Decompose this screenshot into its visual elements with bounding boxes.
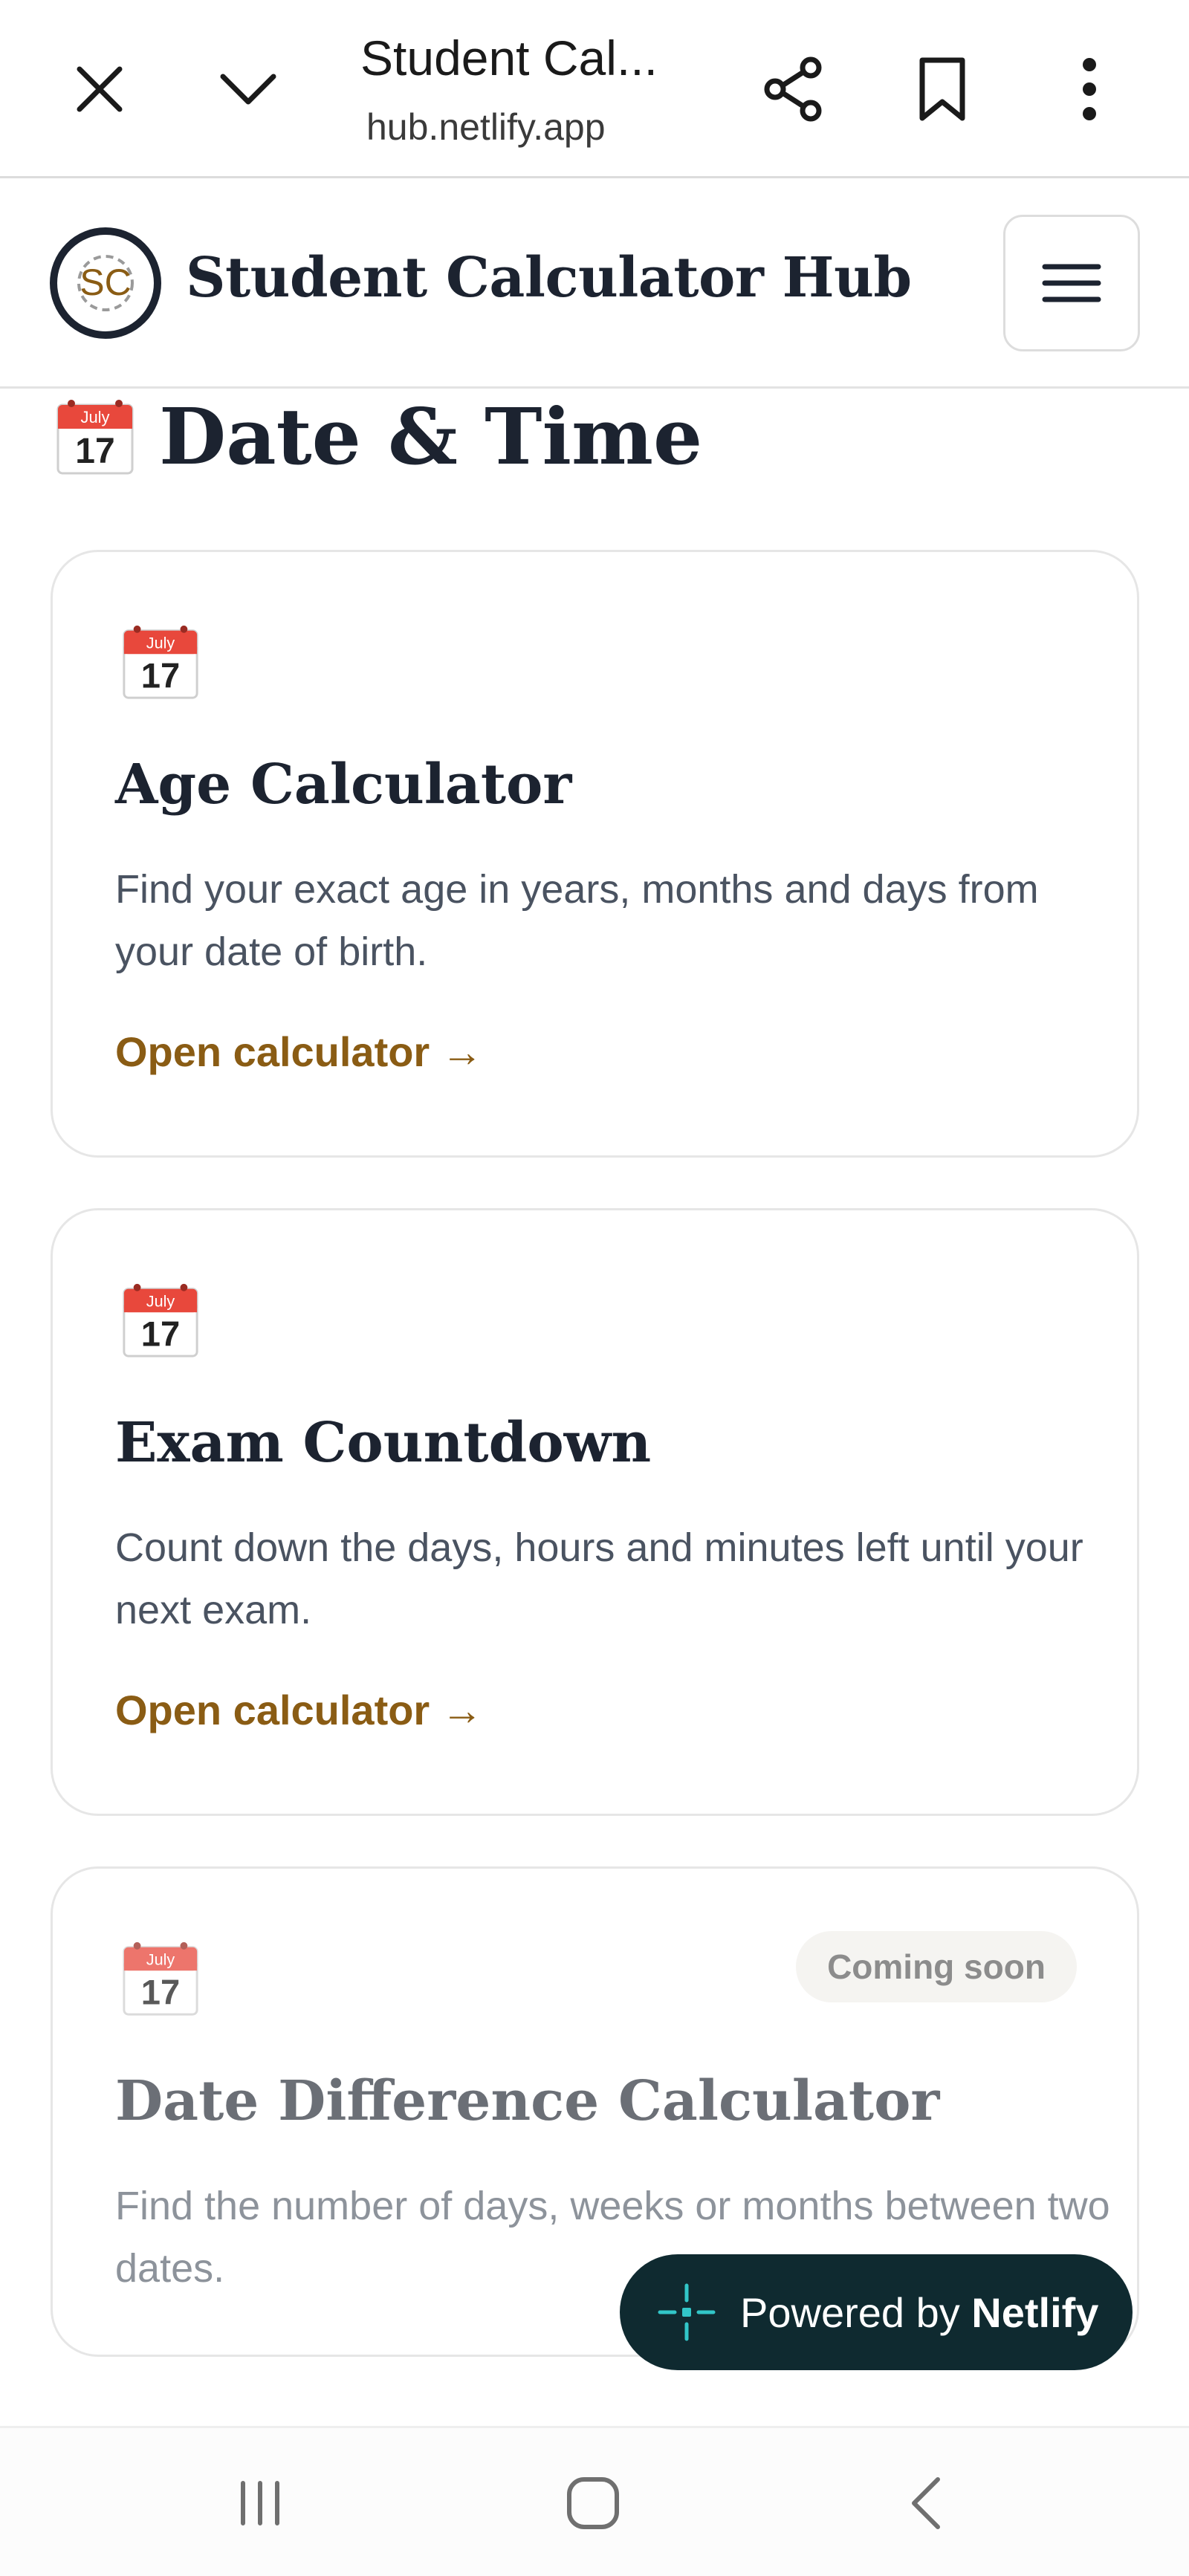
open-calculator-link[interactable]: Open calculator → [115, 1686, 483, 1734]
card-title: Date Difference Calculator [115, 2069, 940, 2133]
recent-apps-button[interactable] [216, 2462, 305, 2544]
coming-soon-badge: Coming soon [796, 1931, 1077, 2002]
hamburger-menu-icon [1042, 264, 1101, 302]
open-calculator-link[interactable]: Open calculator → [115, 1028, 483, 1076]
close-icon [77, 66, 123, 112]
recent-apps-icon [241, 2481, 279, 2525]
card-description: Find your exact age in years, months and… [115, 867, 1039, 974]
browser-toolbar: Student Cal... hub.netlify.app [0, 0, 1189, 178]
section-heading: July 17 Date & Time [54, 388, 702, 484]
system-nav-bar [0, 2426, 1189, 2576]
calendar-icon: July 17 [123, 625, 198, 699]
site-title[interactable]: Student Calculator Hub [186, 246, 912, 310]
calendar-icon: July 17 [123, 1941, 198, 2016]
bookmark-icon [919, 57, 965, 121]
calendar-icon: July 17 [123, 1283, 198, 1357]
calendar-month: July [146, 633, 175, 652]
back-button[interactable] [881, 2462, 971, 2544]
calendar-day: 17 [141, 1314, 180, 1353]
more-vert-icon [1083, 58, 1096, 120]
calendar-month: July [146, 1950, 175, 1968]
netlify-brand: Netlify [971, 2288, 1099, 2336]
card-title: Exam Countdown [115, 1411, 652, 1475]
card-title: Age Calculator [115, 753, 572, 817]
netlify-icon [658, 2283, 716, 2341]
powered-by-netlify-badge[interactable]: Powered by Netlify [620, 2254, 1133, 2370]
menu-button[interactable] [1003, 215, 1140, 351]
card-description: Count down the days, hours and minutes l… [115, 1525, 1083, 1632]
home-icon [567, 2477, 619, 2529]
share-icon [764, 56, 822, 122]
calendar-month: July [80, 408, 109, 426]
back-icon [912, 2477, 940, 2529]
calendar-day: 17 [141, 1972, 180, 2011]
netlify-label: Powered by Netlify [740, 2288, 1098, 2337]
home-button[interactable] [548, 2462, 638, 2544]
logo-text: SC [80, 262, 131, 303]
netlify-prefix: Powered by [740, 2288, 972, 2336]
calculator-card-age[interactable]: July 17 Age Calculator Find your exact a… [51, 550, 1139, 1158]
site-header: SC Student Calculator Hub [0, 181, 1189, 389]
site-logo[interactable]: SC [49, 227, 162, 340]
url-text[interactable]: hub.netlify.app [366, 106, 723, 149]
close-tab-button[interactable] [55, 45, 144, 134]
share-button[interactable] [749, 45, 838, 134]
minimize-button[interactable] [204, 45, 293, 134]
calendar-month: July [146, 1291, 175, 1310]
bookmark-button[interactable] [898, 45, 987, 134]
more-options-button[interactable] [1045, 45, 1134, 134]
calendar-day: 17 [141, 655, 180, 695]
calculator-card-exam-countdown[interactable]: July 17 Exam Countdown Count down the da… [51, 1208, 1139, 1816]
logo-icon: SC [50, 227, 161, 339]
page-title: Student Cal... [360, 30, 658, 85]
calendar-day: 17 [75, 432, 114, 471]
chevron-down-icon [220, 74, 276, 105]
calendar-icon: July 17 [56, 400, 134, 475]
section-title: Date & Time [159, 390, 703, 482]
